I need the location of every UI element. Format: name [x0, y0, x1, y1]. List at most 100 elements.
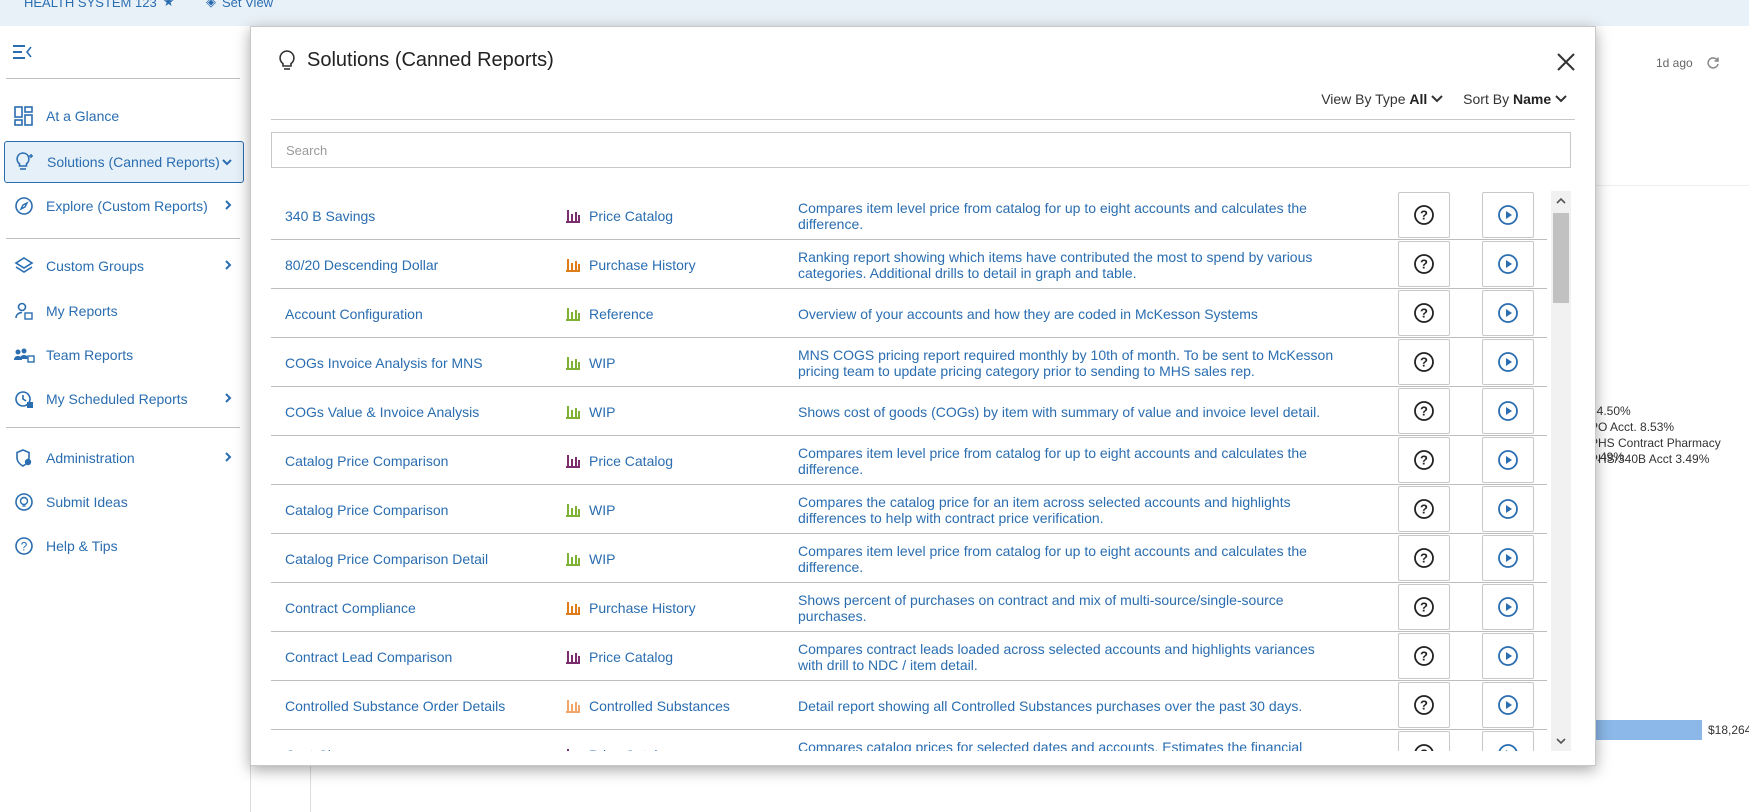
svg-text:?: ? — [1420, 747, 1428, 752]
report-type: Reference — [565, 289, 654, 338]
table-row[interactable]: Account Configuration Reference Overview o… — [271, 289, 1547, 338]
sort-by-dropdown[interactable]: Sort By Name — [1463, 91, 1567, 107]
run-report-button[interactable] — [1482, 192, 1534, 238]
admin-icon — [12, 446, 36, 470]
refresh-icon[interactable] — [1706, 56, 1720, 70]
report-name[interactable]: Catalog Price Comparison — [285, 436, 448, 485]
sidebar-item-submit-ideas[interactable]: Submit Ideas — [4, 481, 244, 523]
sidebar-item-help-tips[interactable]: ? Help & Tips — [4, 525, 244, 567]
sidebar-item-at-a-glance[interactable]: At a Glance — [4, 95, 244, 137]
help-button[interactable]: ? — [1398, 731, 1450, 751]
star-icon[interactable]: ★ — [163, 0, 175, 10]
close-icon[interactable] — [1555, 51, 1577, 73]
play-icon — [1498, 205, 1518, 225]
scroll-thumb[interactable] — [1553, 213, 1569, 303]
run-report-button[interactable] — [1482, 731, 1534, 751]
run-report-button[interactable] — [1482, 535, 1534, 581]
help-button[interactable]: ? — [1398, 535, 1450, 581]
report-type-label: WIP — [589, 550, 616, 567]
table-row[interactable]: 340 B Savings Price Catalog Compares item … — [271, 191, 1547, 240]
play-icon — [1498, 303, 1518, 323]
collapse-menu-icon[interactable] — [12, 44, 32, 60]
report-type: WIP — [565, 387, 615, 436]
run-report-button[interactable] — [1482, 682, 1534, 728]
svg-text:?: ? — [1420, 453, 1428, 468]
report-name[interactable]: COGs Invoice Analysis for MNS — [285, 338, 483, 387]
scroll-down-icon[interactable] — [1555, 735, 1567, 747]
play-icon — [1498, 499, 1518, 519]
divider — [271, 119, 1575, 120]
help-button[interactable]: ? — [1398, 241, 1450, 287]
report-name[interactable]: Catalog Price Comparison — [285, 485, 448, 534]
bar-chart-icon — [566, 601, 580, 615]
sidebar-item-my-scheduled-reports[interactable]: My Scheduled Reports — [4, 378, 244, 420]
chevron-down-icon[interactable] — [221, 155, 233, 171]
table-row[interactable]: COGs Value & Invoice Analysis WIP Shows co… — [271, 387, 1547, 436]
sidebar-item-my-reports[interactable]: My Reports — [4, 290, 244, 332]
set-view-button[interactable]: ◈ Set View — [206, 0, 273, 10]
question-icon: ? — [1414, 401, 1434, 421]
chevron-right-icon[interactable] — [222, 258, 234, 274]
help-button[interactable]: ? — [1398, 437, 1450, 483]
play-icon — [1498, 695, 1518, 715]
report-description: Detail report showing all Controlled Sub… — [798, 697, 1303, 714]
help-button[interactable]: ? — [1398, 682, 1450, 728]
search-input[interactable] — [271, 132, 1571, 168]
sidebar-item-team-reports[interactable]: Team Reports — [4, 334, 244, 376]
table-row[interactable]: Catalog Price Comparison WIP Compares the … — [271, 485, 1547, 534]
legend-item: PO Acct. 8.53% — [1590, 420, 1675, 434]
health-system-selector[interactable]: HEALTH SYSTEM 123 ★ — [24, 0, 174, 10]
report-description: Compares catalog prices for selected dat… — [798, 738, 1303, 752]
help-button[interactable]: ? — [1398, 584, 1450, 630]
sidebar-item-administration[interactable]: Administration — [4, 437, 244, 479]
lightbulb-icon — [13, 150, 37, 174]
report-name[interactable]: 80/20 Descending Dollar — [285, 240, 438, 289]
bar-chart-icon — [566, 699, 580, 713]
table-row[interactable]: Catalog Price Comparison Price Catalog Com… — [271, 436, 1547, 485]
sidebar-item-explore[interactable]: Explore (Custom Reports) — [4, 185, 244, 227]
help-button[interactable]: ? — [1398, 339, 1450, 385]
run-report-button[interactable] — [1482, 437, 1534, 483]
report-name[interactable]: Contract Compliance — [285, 583, 416, 632]
help-button[interactable]: ? — [1398, 633, 1450, 679]
report-name[interactable]: 340 B Savings — [285, 191, 375, 240]
help-button[interactable]: ? — [1398, 388, 1450, 434]
table-row[interactable]: Contract Compliance Purchase History Shows… — [271, 583, 1547, 632]
run-report-button[interactable] — [1482, 486, 1534, 532]
run-report-button[interactable] — [1482, 388, 1534, 434]
report-name[interactable]: Contract Lead Comparison — [285, 632, 452, 681]
report-name[interactable]: Account Configuration — [285, 289, 423, 338]
svg-text:?: ? — [1420, 257, 1428, 272]
sidebar-item-solutions[interactable]: Solutions (Canned Reports) — [4, 141, 244, 183]
report-name[interactable]: Controlled Substance Order Details — [285, 681, 505, 730]
scroll-up-icon[interactable] — [1555, 195, 1567, 207]
play-icon — [1498, 352, 1518, 372]
scrollbar[interactable] — [1551, 191, 1571, 751]
chevron-right-icon[interactable] — [222, 391, 234, 407]
chevron-right-icon[interactable] — [222, 198, 234, 214]
report-name[interactable]: Cost Change — [285, 730, 367, 752]
report-name[interactable]: COGs Value & Invoice Analysis — [285, 387, 479, 436]
run-report-button[interactable] — [1482, 339, 1534, 385]
run-report-button[interactable] — [1482, 290, 1534, 336]
svg-text:?: ? — [1420, 355, 1428, 370]
table-row[interactable]: Cost Change Price Catalog Compares catalog… — [271, 730, 1547, 751]
play-icon — [1498, 401, 1518, 421]
help-button[interactable]: ? — [1398, 290, 1450, 336]
table-row[interactable]: Controlled Substance Order Details Contro… — [271, 681, 1547, 730]
table-row[interactable]: Catalog Price Comparison Detail WIP Compar… — [271, 534, 1547, 583]
table-row[interactable]: 80/20 Descending Dollar Purchase History R… — [271, 240, 1547, 289]
run-report-button[interactable] — [1482, 241, 1534, 287]
run-report-button[interactable] — [1482, 584, 1534, 630]
chevron-right-icon[interactable] — [222, 450, 234, 466]
sidebar-item-custom-groups[interactable]: Custom Groups — [4, 245, 244, 287]
run-report-button[interactable] — [1482, 633, 1534, 679]
report-name[interactable]: Catalog Price Comparison Detail — [285, 534, 488, 583]
svg-text:?: ? — [1420, 208, 1428, 223]
help-button[interactable]: ? — [1398, 486, 1450, 532]
view-by-type-dropdown[interactable]: View By Type All — [1321, 91, 1443, 107]
bar-chart-icon — [566, 552, 580, 566]
table-row[interactable]: COGs Invoice Analysis for MNS WIP MNS COGS… — [271, 338, 1547, 387]
help-button[interactable]: ? — [1398, 192, 1450, 238]
table-row[interactable]: Contract Lead Comparison Price Catalog Com… — [271, 632, 1547, 681]
